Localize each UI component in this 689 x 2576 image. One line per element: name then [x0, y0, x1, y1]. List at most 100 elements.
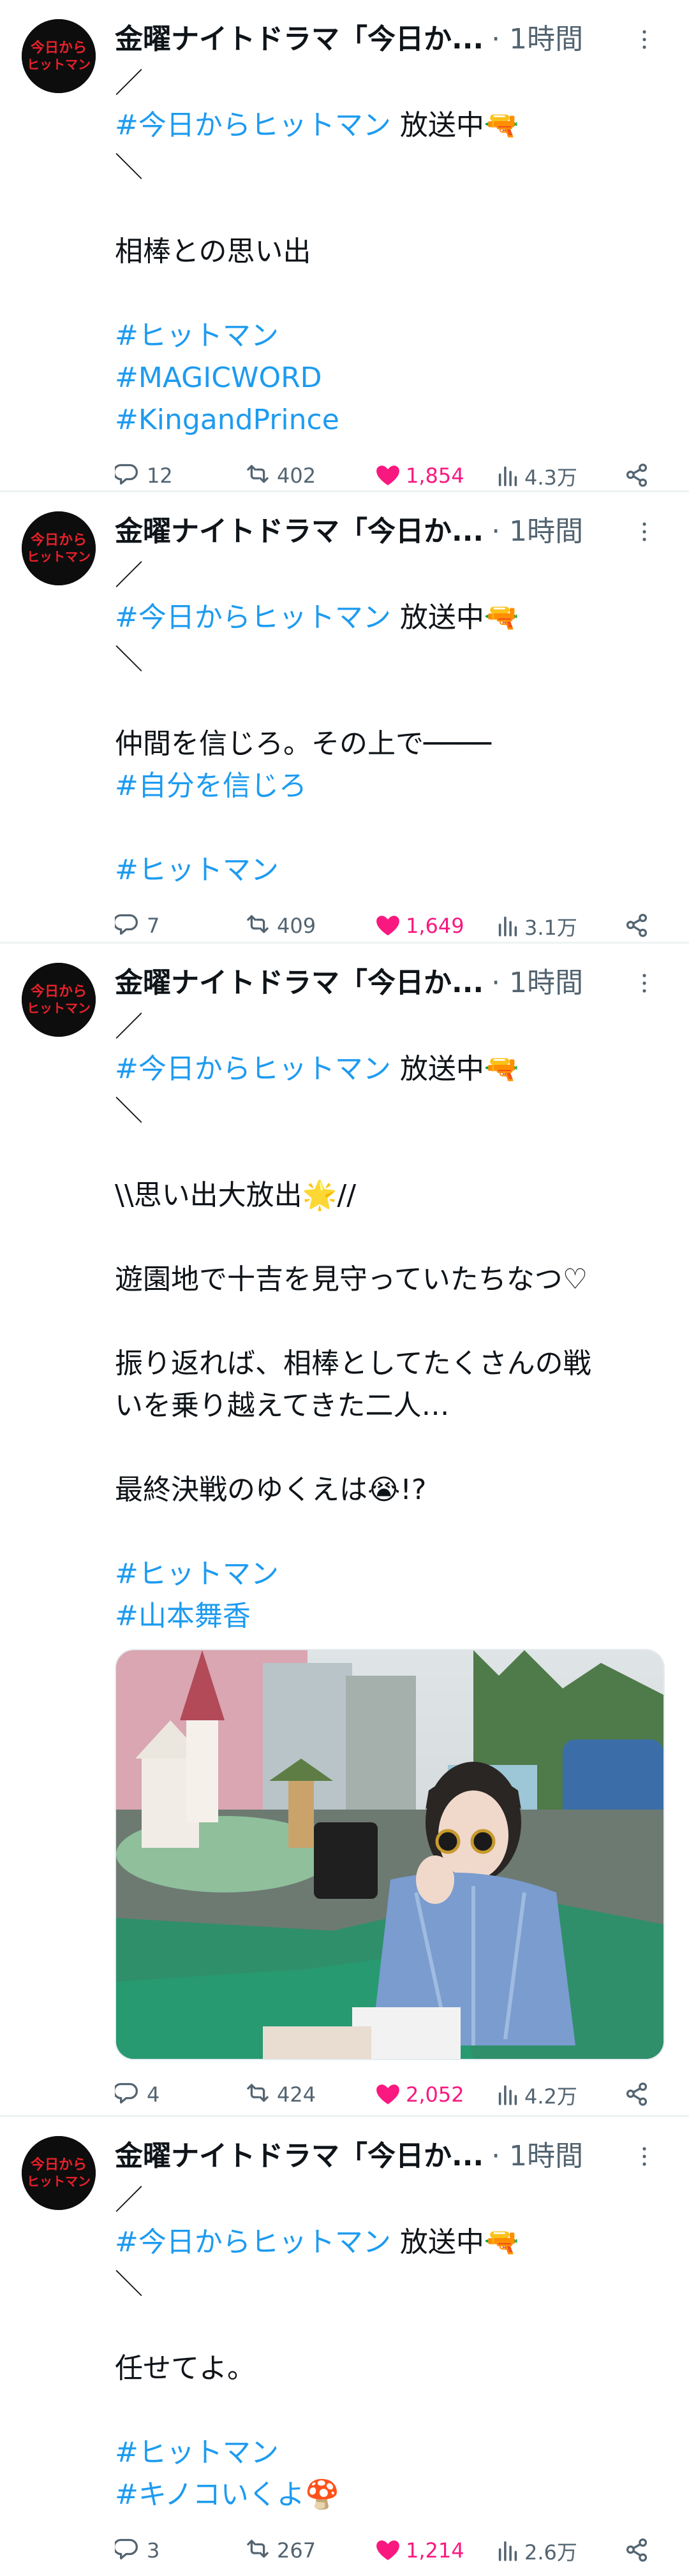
reply-button[interactable]: 12 — [115, 462, 173, 490]
hashtag-link[interactable]: #MAGICWORD — [115, 357, 663, 399]
views-button[interactable]: 4.3万 — [495, 462, 577, 491]
reply-count: 4 — [147, 2082, 160, 2107]
share-icon — [626, 914, 648, 937]
tweet-header: 金曜ナイトドラマ「今日か... · 1時間 — [115, 17, 663, 62]
tweet-photo[interactable]: 200 — [115, 1649, 665, 2060]
tweet-text: ／ — [115, 67, 143, 99]
tweet-text: 放送中🔫 — [399, 2226, 519, 2258]
author-name[interactable]: 金曜ナイトドラマ「今日か — [115, 960, 452, 1006]
tweet-text: 仲間を信じろ。その上で──── — [115, 728, 491, 760]
retweet-count: 424 — [277, 2082, 316, 2107]
reply-icon — [115, 464, 138, 485]
like-button[interactable]: 1,649 — [374, 912, 464, 940]
share-button[interactable] — [623, 2081, 655, 2109]
heart-icon — [376, 2540, 399, 2561]
hashtag-link[interactable]: #ヒットマン — [115, 849, 663, 891]
retweet-button[interactable]: 424 — [242, 2081, 316, 2109]
amusement-park-photo: 200 — [116, 1650, 663, 2059]
reply-icon — [115, 2538, 138, 2560]
avatar[interactable]: 今日から ヒットマン — [22, 963, 96, 1037]
avatar[interactable]: 今日から ヒットマン — [22, 511, 96, 585]
like-button[interactable]: 2,052 — [374, 2081, 464, 2109]
hashtag-link[interactable]: #山本舞香 — [115, 1595, 663, 1637]
view-count: 2.6万 — [524, 2540, 577, 2565]
timestamp[interactable]: · 1時間 — [491, 17, 583, 62]
tweet-text: 放送中🔫 — [399, 601, 519, 634]
hashtag-link[interactable]: #ヒットマン — [115, 1553, 663, 1595]
view-count: 4.3万 — [524, 465, 577, 490]
timestamp[interactable]: · 1時間 — [491, 509, 583, 555]
avatar[interactable]: 今日から ヒットマン — [22, 2136, 96, 2210]
tweet-header: 金曜ナイトドラマ「今日か... · 1時間 — [115, 509, 663, 555]
tweet[interactable]: 今日から ヒットマン 金曜ナイトドラマ「今日か... · 1時間 ／ #今日から… — [0, 944, 689, 2117]
retweet-icon — [247, 915, 269, 933]
heart-icon — [376, 465, 399, 486]
analytics-icon — [498, 466, 517, 487]
retweet-icon — [247, 465, 269, 483]
hashtag-link[interactable]: #ヒットマン — [115, 2432, 663, 2474]
hashtag-link[interactable]: #今日からヒットマン — [115, 2226, 391, 2258]
like-count: 1,854 — [406, 464, 464, 488]
tweet-text: ／ — [115, 2184, 143, 2216]
analytics-icon — [498, 2541, 517, 2561]
views-button[interactable]: 3.1万 — [495, 912, 577, 941]
tweet-text: \\思い出大放出🌟// — [115, 1179, 357, 1211]
timestamp[interactable]: · 1時間 — [491, 960, 583, 1006]
tweet-text: 放送中🔫 — [399, 109, 519, 142]
share-icon — [626, 2538, 648, 2562]
reply-count: 7 — [147, 914, 160, 938]
author-name[interactable]: 金曜ナイトドラマ「今日か — [115, 2133, 452, 2179]
author-name-ellipsis: ... — [452, 967, 484, 999]
like-button[interactable]: 1,214 — [374, 2536, 464, 2565]
retweet-button[interactable]: 402 — [242, 462, 316, 490]
more-icon[interactable] — [630, 26, 658, 54]
hashtag-link[interactable]: #今日からヒットマン — [115, 601, 391, 634]
more-icon[interactable] — [630, 518, 658, 546]
share-button[interactable] — [623, 912, 655, 940]
author-name-ellipsis: ... — [452, 23, 484, 55]
hashtag-link[interactable]: #KingandPrince — [115, 399, 663, 441]
author-name-ellipsis: ... — [452, 2140, 484, 2172]
tweet-header: 金曜ナイトドラマ「今日か... · 1時間 — [115, 2133, 663, 2179]
reply-button[interactable]: 4 — [115, 2081, 159, 2109]
retweet-count: 267 — [277, 2538, 316, 2563]
timestamp[interactable]: · 1時間 — [491, 2133, 583, 2179]
more-icon[interactable] — [630, 2142, 658, 2170]
reply-button[interactable]: 7 — [115, 912, 159, 940]
retweet-button[interactable]: 267 — [242, 2536, 316, 2565]
view-count: 3.1万 — [524, 916, 577, 940]
action-bar: 3 267 1,214 2.6万 — [115, 2528, 663, 2576]
hashtag-link[interactable]: #今日からヒットマン — [115, 109, 391, 142]
tweet[interactable]: 今日から ヒットマン 金曜ナイトドラマ「今日か... · 1時間 ／ #今日から… — [0, 0, 689, 492]
tweet-text: ＼ — [115, 2268, 143, 2301]
hashtag-link[interactable]: #キノコいくよ🍄 — [115, 2474, 663, 2516]
reply-count: 3 — [147, 2538, 160, 2563]
like-button[interactable]: 1,854 — [374, 462, 464, 490]
avatar[interactable]: 今日から ヒットマン — [22, 19, 96, 93]
share-icon — [626, 464, 648, 487]
tweet[interactable]: 今日から ヒットマン 金曜ナイトドラマ「今日か... · 1時間 ／ #今日から… — [0, 2117, 689, 2566]
views-button[interactable]: 4.2万 — [495, 2081, 577, 2110]
share-button[interactable] — [623, 2536, 655, 2565]
author-name[interactable]: 金曜ナイトドラマ「今日か — [115, 509, 452, 555]
like-count: 1,649 — [406, 914, 464, 938]
tweet-text: 任せてよ。 — [115, 2352, 255, 2385]
share-icon — [626, 2082, 648, 2106]
retweet-button[interactable]: 409 — [242, 912, 316, 940]
hashtag-link[interactable]: #ヒットマン — [115, 315, 663, 357]
reply-button[interactable]: 3 — [115, 2536, 159, 2565]
retweet-icon — [247, 2540, 269, 2558]
share-button[interactable] — [623, 462, 655, 490]
views-button[interactable]: 2.6万 — [495, 2536, 577, 2566]
tweet-text: 相棒との思い出 — [115, 235, 311, 268]
author-name[interactable]: 金曜ナイトドラマ「今日か — [115, 17, 452, 62]
more-icon[interactable] — [630, 969, 658, 997]
tweet[interactable]: 今日から ヒットマン 金曜ナイトドラマ「今日か... · 1時間 ／ #今日から… — [0, 492, 689, 944]
analytics-icon — [498, 916, 517, 937]
svg-text:ヒットマン: ヒットマン — [27, 549, 91, 564]
hashtag-link[interactable]: #自分を信じろ — [115, 765, 663, 807]
svg-text:今日から: 今日から — [31, 2156, 87, 2173]
view-count: 4.2万 — [524, 2084, 577, 2109]
hashtag-link[interactable]: #今日からヒットマン — [115, 1053, 391, 1085]
svg-text:ヒットマン: ヒットマン — [27, 1000, 91, 1016]
